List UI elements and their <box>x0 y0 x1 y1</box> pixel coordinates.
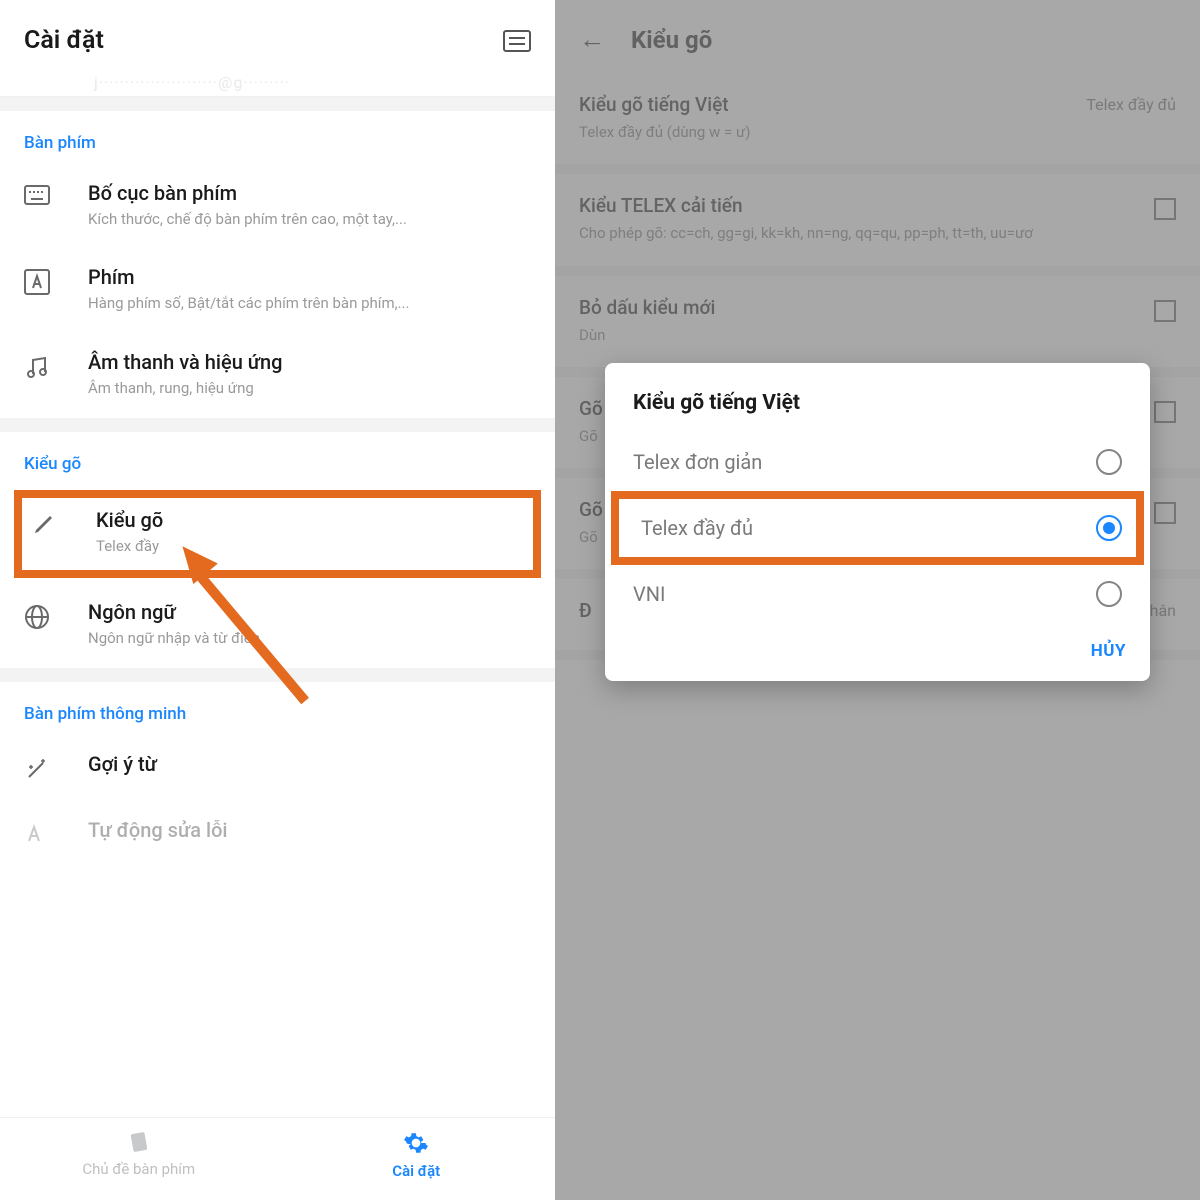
account-email-faded: j·······················@g········· <box>0 73 555 97</box>
row-title: Kiểu gõ <box>96 508 523 532</box>
radio-checked-icon <box>1096 515 1122 541</box>
section-divider <box>0 668 555 682</box>
row-subtitle: Telex đầy <box>96 536 523 556</box>
bottom-nav: Chủ đề bàn phím Cài đặt <box>0 1117 555 1200</box>
row-title: Ngôn ngữ <box>88 600 531 624</box>
option-vni[interactable]: VNI <box>605 561 1150 627</box>
dialog-actions: HỦY <box>605 627 1150 665</box>
gear-icon <box>403 1130 429 1156</box>
row-title: Bố cục bàn phím <box>88 181 531 205</box>
radio-unchecked-icon <box>1096 449 1122 475</box>
page-title: Cài đặt <box>24 26 104 55</box>
settings-screen: Cài đặt j·······················@g······… <box>0 0 555 1200</box>
row-title: Gợi ý từ <box>88 752 531 776</box>
row-title: Tự động sửa lỗi <box>88 818 531 842</box>
keyboard-toggle-icon[interactable] <box>503 30 531 52</box>
section-label-keyboard: Bàn phím <box>0 111 555 165</box>
section-divider <box>0 97 555 111</box>
row-language[interactable]: Ngôn ngữ Ngôn ngữ nhập và từ điển <box>0 584 555 668</box>
nav-settings[interactable]: Cài đặt <box>278 1130 556 1180</box>
row-subtitle: Âm thanh, rung, hiệu ứng <box>88 378 531 398</box>
music-note-icon <box>24 350 88 380</box>
cancel-button[interactable]: HỦY <box>1091 641 1126 661</box>
row-keyboard-layout[interactable]: Bố cục bàn phím Kích thước, chế độ bàn p… <box>0 165 555 249</box>
key-a-icon <box>24 265 88 295</box>
nav-themes[interactable]: Chủ đề bàn phím <box>0 1130 278 1180</box>
settings-header: Cài đặt <box>0 0 555 73</box>
row-sound-effects[interactable]: Âm thanh và hiệu ứng Âm thanh, rung, hiệ… <box>0 334 555 418</box>
highlight-typing-method: Kiểu gõ Telex đầy <box>14 490 541 578</box>
section-label-typing: Kiểu gõ <box>0 432 555 486</box>
pencil-icon <box>32 508 96 536</box>
autofix-icon <box>24 818 88 846</box>
option-label: Telex đầy đủ <box>641 516 753 540</box>
row-title: Âm thanh và hiệu ứng <box>88 350 531 374</box>
option-telex-full[interactable]: Telex đầy đủ <box>611 491 1144 565</box>
row-subtitle: Ngôn ngữ nhập và từ điển <box>88 628 531 648</box>
typing-method-dialog: Kiểu gõ tiếng Việt Telex đơn giản Telex … <box>605 363 1150 681</box>
option-label: VNI <box>633 582 665 606</box>
row-keys[interactable]: Phím Hàng phím số, Bật/tắt các phím trên… <box>0 249 555 333</box>
option-telex-simple[interactable]: Telex đơn giản <box>605 429 1150 495</box>
typing-method-screen: ← Kiểu gõ Kiểu gõ tiếng Việt Telex đầy đ… <box>555 0 1200 1200</box>
radio-unchecked-icon <box>1096 581 1122 607</box>
section-label-smart: Bàn phím thông minh <box>0 682 555 736</box>
magic-wand-icon <box>24 752 88 782</box>
themes-icon <box>127 1130 151 1154</box>
row-subtitle: Kích thước, chế độ bàn phím trên cao, mộ… <box>88 209 531 229</box>
row-word-suggestion[interactable]: Gợi ý từ <box>0 736 555 802</box>
row-subtitle: Hàng phím số, Bật/tắt các phím trên bàn … <box>88 293 531 313</box>
option-label: Telex đơn giản <box>633 450 762 474</box>
nav-label: Cài đặt <box>392 1162 440 1180</box>
section-divider <box>0 418 555 432</box>
row-typing-method[interactable]: Kiểu gõ Telex đầy <box>32 508 523 556</box>
nav-label: Chủ đề bàn phím <box>82 1160 195 1178</box>
row-title: Phím <box>88 265 531 289</box>
keyboard-icon <box>24 181 88 205</box>
dialog-title: Kiểu gõ tiếng Việt <box>605 391 1150 429</box>
globe-icon <box>24 600 88 630</box>
row-auto-correct[interactable]: Tự động sửa lỗi <box>0 802 555 850</box>
